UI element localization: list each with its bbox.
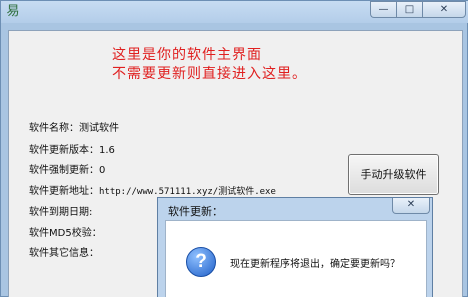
manual-upgrade-button[interactable]: 手动升级软件: [348, 154, 439, 195]
app-icon: 易: [6, 4, 20, 19]
force-update: 软件强制更新：0: [29, 165, 106, 176]
window-controls: — □ ✕: [370, 1, 466, 18]
maximize-button[interactable]: □: [396, 1, 422, 18]
main-window: 易 — □ ✕ 这里是你的软件主界面 不需要更新则直接进入这里。 软件名称：测试…: [0, 0, 468, 297]
dialog-body: ? 现在更新程序将退出，确定要更新吗？: [165, 220, 427, 297]
close-button[interactable]: ✕: [422, 1, 466, 18]
minimize-button[interactable]: —: [370, 1, 396, 18]
update-version: 软件更新版本：1.6: [29, 145, 115, 156]
notice-line-1: 这里是你的软件主界面: [112, 47, 262, 63]
md5-check: 软件MD5校验：: [29, 228, 102, 239]
dialog-message: 现在更新程序将退出，确定要更新吗？: [230, 259, 400, 270]
update-dialog: 软件更新： ✕ ? 现在更新程序将退出，确定要更新吗？: [157, 197, 433, 297]
other-info: 软件其它信息：: [29, 248, 99, 259]
notice-text: 这里是你的软件主界面 不需要更新则直接进入这里。: [112, 46, 307, 84]
update-url-label: 软件更新地址：: [29, 186, 99, 197]
update-url-row: 软件更新地址：http://www.571111.xyz/测试软件.exe: [29, 182, 276, 197]
notice-line-2: 不需要更新则直接进入这里。: [112, 66, 307, 82]
expiry-date: 软件到期日期:: [29, 207, 93, 218]
dialog-title: 软件更新：: [168, 205, 223, 218]
title-bar[interactable]: 易 — □ ✕: [1, 1, 468, 23]
question-icon: ?: [186, 247, 216, 277]
software-name: 软件名称：测试软件: [29, 123, 119, 134]
update-url-value: http://www.571111.xyz/测试软件.exe: [99, 187, 276, 197]
dialog-close-button[interactable]: ✕: [392, 198, 430, 214]
